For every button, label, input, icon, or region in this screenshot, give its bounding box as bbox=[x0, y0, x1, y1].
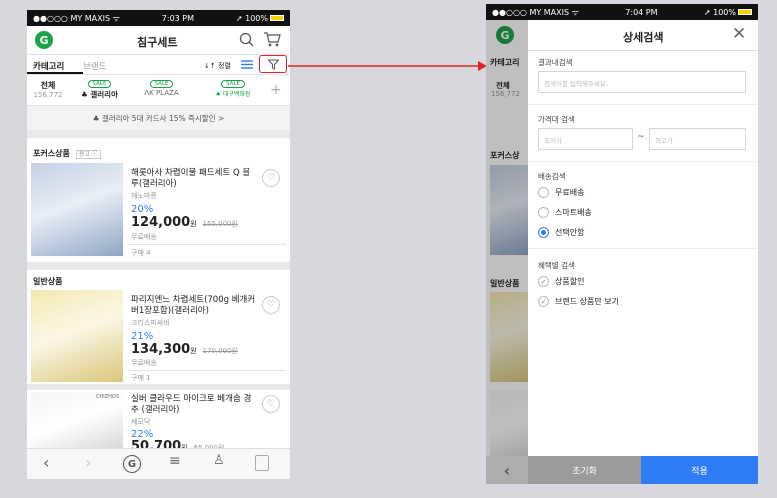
seller-name: 크리스피싸바 bbox=[131, 319, 170, 327]
battery-indicator: ➚ 100% bbox=[704, 8, 752, 17]
shipping-text: 무료배송 bbox=[131, 359, 157, 367]
section-gap bbox=[27, 384, 290, 390]
carrier-text: ●●○○○ MY MAXIS ᯤ bbox=[33, 13, 120, 23]
brand-galleria[interactable]: SALE ♣ 갤러리아 bbox=[77, 78, 122, 100]
page-title: 침구세트 bbox=[137, 36, 178, 49]
brand-all[interactable]: 전체 156,772 bbox=[33, 80, 63, 99]
wishlist-heart-icon[interactable]: ♡ bbox=[262, 296, 280, 314]
wishlist-heart-icon[interactable]: ♡ bbox=[262, 395, 280, 413]
status-bar: ●●○○○ MY MAXIS ᯤ 7:04 PM ➚ 100% bbox=[486, 4, 758, 20]
result-search-label: 결과내검색 bbox=[538, 58, 573, 67]
tab-category[interactable]: 카테고리 bbox=[33, 60, 64, 72]
bottom-nav: ‹ › G ≡ ♙ bbox=[27, 448, 290, 479]
purchase-count: 구매 4 bbox=[131, 249, 151, 257]
panel-title: 상세검색 bbox=[623, 31, 664, 44]
max-price-input[interactable]: 최고가 bbox=[649, 128, 746, 150]
purchase-count: 구매 1 bbox=[131, 374, 151, 382]
product-image[interactable]: CHIZHOS bbox=[31, 392, 123, 448]
gmarket-logo[interactable]: G bbox=[35, 31, 53, 49]
recent-items-icon[interactable] bbox=[255, 455, 269, 471]
benefit-search-label: 혜택별 검색 bbox=[538, 261, 575, 270]
product-name[interactable]: 파리지엔느 차렵세트(700g 베개커버1장포함)(갤러리아) bbox=[131, 295, 256, 317]
benefit-option-brand-only[interactable]: ✓ 브랜드 상품만 보기 bbox=[538, 296, 619, 307]
price-range-tilde: ~ bbox=[637, 132, 645, 142]
filter-button[interactable] bbox=[259, 55, 287, 73]
section-gap bbox=[27, 130, 290, 138]
wishlist-heart-icon[interactable]: ♡ bbox=[262, 169, 280, 187]
brand-akplaza[interactable]: SALE ᐱK PLAZA bbox=[139, 78, 184, 97]
product-name[interactable]: 해롯아사 차렵이불 패드세트 Q 블루(갤러리아) bbox=[131, 168, 251, 190]
product-name[interactable]: 실버 클라우드 마이크로 베개솜 경추 (갤러리아) bbox=[131, 394, 256, 416]
status-time: 7:03 PM bbox=[161, 13, 195, 23]
connector-arrow bbox=[288, 61, 487, 71]
product-image[interactable] bbox=[31, 290, 123, 382]
shipping-option-free[interactable]: 무료배송 bbox=[538, 187, 584, 198]
check-icon: ✓ bbox=[538, 276, 549, 287]
shipping-text: 무료배송 bbox=[131, 233, 157, 241]
radio-icon bbox=[538, 207, 549, 218]
section-gap bbox=[27, 262, 290, 270]
back-arrow-icon[interactable]: ‹ bbox=[43, 453, 49, 472]
radio-selected-icon bbox=[538, 227, 549, 238]
filter-icon bbox=[267, 59, 279, 70]
battery-indicator: ➚ 100% bbox=[236, 14, 284, 23]
menu-icon[interactable]: ≡ bbox=[169, 453, 181, 469]
shipping-search-label: 배송검색 bbox=[538, 172, 566, 181]
price-row: 134,300원 170,000원 bbox=[131, 342, 238, 357]
min-price-input[interactable]: 최저가 bbox=[538, 128, 633, 150]
discount-rate: 21% bbox=[131, 331, 154, 342]
result-search-input[interactable]: 검색어를 입력해주세요. bbox=[538, 71, 746, 93]
cart-icon[interactable] bbox=[263, 31, 281, 48]
product-image[interactable] bbox=[31, 163, 123, 256]
brand-more-plus-icon[interactable]: + bbox=[270, 82, 282, 98]
reset-button[interactable]: 초기화 bbox=[528, 456, 641, 484]
status-time: 7:04 PM bbox=[625, 7, 658, 17]
radio-icon bbox=[538, 187, 549, 198]
discount-rate: 20% bbox=[131, 204, 154, 215]
shipping-option-smart[interactable]: 스마트배송 bbox=[538, 207, 592, 218]
price-search-label: 가격대 검색 bbox=[538, 115, 575, 124]
detail-search-panel: 상세검색 ✕ 결과내검색 검색어를 입력해주세요. 가격대 검색 최저가 ~ 최… bbox=[528, 20, 758, 484]
benefit-option-discount[interactable]: ✓ 상품할인 bbox=[538, 276, 584, 287]
home-g-icon[interactable]: G bbox=[123, 455, 141, 473]
apply-button[interactable]: 적용 bbox=[641, 456, 758, 484]
focus-section-title: 포커스상품 광고 ⓘ bbox=[33, 148, 101, 159]
my-page-icon[interactable]: ♙ bbox=[213, 453, 225, 468]
price-row: 124,000원 155,000원 bbox=[131, 215, 238, 230]
forward-arrow-icon[interactable]: › bbox=[85, 453, 91, 472]
seller-name: 쎄모닥 bbox=[131, 418, 151, 426]
sort-button[interactable]: ↓↑ 정렬 bbox=[204, 61, 231, 71]
status-bar: ●●○○○ MY MAXIS ᯤ 7:03 PM ➚ 100% bbox=[27, 10, 290, 26]
seller-name: 헤노마롱 bbox=[131, 192, 157, 200]
dim-overlay[interactable] bbox=[486, 20, 528, 484]
general-section-title: 일반상품 bbox=[33, 277, 63, 286]
check-icon: ✓ bbox=[538, 296, 549, 307]
promo-banner[interactable]: ♣ 갤러리아 5대 카드사 15% 즉시할인 > bbox=[27, 106, 290, 130]
carrier-text: ●●○○○ MY MAXIS ᯤ bbox=[492, 7, 579, 17]
ad-badge: 광고 ⓘ bbox=[75, 150, 101, 159]
brand-daegu[interactable]: SALE ♠ 대구백화점 bbox=[207, 78, 259, 98]
close-icon[interactable]: ✕ bbox=[732, 24, 746, 44]
tab-brand[interactable]: 브랜드 bbox=[83, 60, 106, 72]
left-phone-screen: ●●○○○ MY MAXIS ᯤ 7:03 PM ➚ 100% G 침구세트 카… bbox=[27, 10, 290, 479]
search-icon[interactable] bbox=[239, 32, 255, 48]
right-phone-screen: ●●○○○ MY MAXIS ᯤ 7:04 PM ➚ 100% G 카테고리 전… bbox=[486, 4, 758, 484]
shipping-option-none[interactable]: 선택안함 bbox=[538, 227, 584, 238]
list-view-icon[interactable] bbox=[241, 59, 253, 70]
